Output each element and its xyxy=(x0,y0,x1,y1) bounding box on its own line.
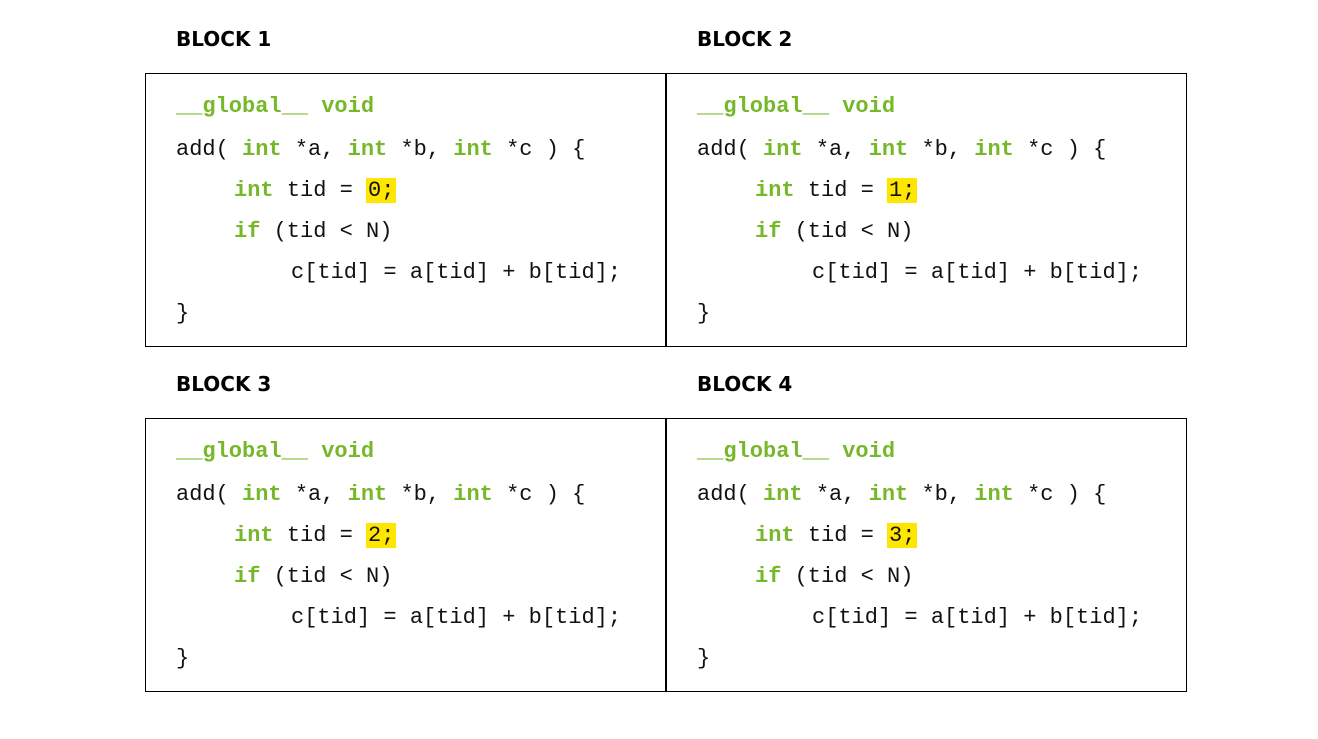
code-line-if: if (tid < N) xyxy=(234,564,392,590)
code-line-tid: int tid = 0; xyxy=(234,178,397,204)
signature-close: ) { xyxy=(545,137,586,162)
param-a: *a, xyxy=(815,482,856,507)
keyword-int: int xyxy=(763,482,803,507)
code-panel-block-3: __global__ void add( int *a, int *b, int… xyxy=(145,418,666,692)
code-line-signature: add( int *a, int *b, int *c ) { xyxy=(176,482,585,508)
tid-declaration: tid = xyxy=(807,178,874,203)
function-name: add( xyxy=(697,137,750,162)
keyword-int: int xyxy=(868,482,909,507)
keyword-int: int xyxy=(453,482,493,507)
function-name: add( xyxy=(176,137,229,162)
code-line-close: } xyxy=(176,301,190,326)
code-line-tid: int tid = 3; xyxy=(755,523,918,549)
block-title: BLOCK 3 xyxy=(176,372,272,396)
block-title: BLOCK 1 xyxy=(176,27,272,51)
keyword-int: int xyxy=(974,137,1014,162)
code-line-tid: int tid = 1; xyxy=(755,178,918,204)
keyword-global: __global__ xyxy=(176,439,309,464)
function-name: add( xyxy=(697,482,750,507)
keyword-int: int xyxy=(234,523,274,548)
function-name: add( xyxy=(176,482,229,507)
keyword-if: if xyxy=(234,219,261,244)
if-condition: (tid < N) xyxy=(794,564,914,589)
keyword-int: int xyxy=(347,137,388,162)
param-b: *b, xyxy=(921,137,962,162)
code-line-close: } xyxy=(697,646,711,671)
tid-value-highlight: 1; xyxy=(887,178,918,203)
keyword-void: void xyxy=(842,94,896,119)
code-line-signature: add( int *a, int *b, int *c ) { xyxy=(697,137,1106,163)
keyword-if: if xyxy=(755,219,782,244)
code-line-if: if (tid < N) xyxy=(755,564,913,590)
block-title: BLOCK 4 xyxy=(697,372,793,396)
keyword-int: int xyxy=(974,482,1014,507)
keyword-void: void xyxy=(321,439,375,464)
param-c: *c xyxy=(506,137,533,162)
code-line-body: c[tid] = a[tid] + b[tid]; xyxy=(291,260,622,285)
param-b: *b, xyxy=(921,482,962,507)
code-line-body: c[tid] = a[tid] + b[tid]; xyxy=(812,260,1143,285)
tid-value-highlight: 2; xyxy=(366,523,397,548)
param-b: *b, xyxy=(400,137,441,162)
keyword-void: void xyxy=(321,94,375,119)
code-panel-block-2: __global__ void add( int *a, int *b, int… xyxy=(666,73,1187,347)
tid-declaration: tid = xyxy=(286,523,353,548)
param-c: *c xyxy=(1027,137,1054,162)
tid-value-highlight: 0; xyxy=(366,178,397,203)
code-line-signature-qualifiers: __global__ void xyxy=(176,439,374,465)
code-line-signature: add( int *a, int *b, int *c ) { xyxy=(697,482,1106,508)
keyword-int: int xyxy=(755,178,795,203)
keyword-global: __global__ xyxy=(176,94,309,119)
keyword-int: int xyxy=(242,137,282,162)
signature-close: ) { xyxy=(1066,137,1107,162)
param-a: *a, xyxy=(294,482,335,507)
keyword-int: int xyxy=(234,178,274,203)
param-c: *c xyxy=(1027,482,1054,507)
keyword-global: __global__ xyxy=(697,94,830,119)
code-line-close: } xyxy=(176,646,190,671)
code-line-body: c[tid] = a[tid] + b[tid]; xyxy=(812,605,1143,630)
keyword-int: int xyxy=(347,482,388,507)
code-line-tid: int tid = 2; xyxy=(234,523,397,549)
code-line-close: } xyxy=(697,301,711,326)
keyword-if: if xyxy=(234,564,261,589)
code-line-if: if (tid < N) xyxy=(755,219,913,245)
signature-close: ) { xyxy=(545,482,586,507)
tid-declaration: tid = xyxy=(807,523,874,548)
keyword-if: if xyxy=(755,564,782,589)
keyword-int: int xyxy=(868,137,909,162)
code-line-signature-qualifiers: __global__ void xyxy=(697,94,895,120)
code-line-if: if (tid < N) xyxy=(234,219,392,245)
if-condition: (tid < N) xyxy=(794,219,914,244)
keyword-int: int xyxy=(453,137,493,162)
tid-value-highlight: 3; xyxy=(887,523,918,548)
keyword-void: void xyxy=(842,439,896,464)
if-condition: (tid < N) xyxy=(273,219,393,244)
code-line-signature-qualifiers: __global__ void xyxy=(176,94,374,120)
code-line-body: c[tid] = a[tid] + b[tid]; xyxy=(291,605,622,630)
param-a: *a, xyxy=(294,137,335,162)
signature-close: ) { xyxy=(1066,482,1107,507)
param-c: *c xyxy=(506,482,533,507)
param-b: *b, xyxy=(400,482,441,507)
param-a: *a, xyxy=(815,137,856,162)
if-condition: (tid < N) xyxy=(273,564,393,589)
block-title: BLOCK 2 xyxy=(697,27,793,51)
tid-declaration: tid = xyxy=(286,178,353,203)
keyword-int: int xyxy=(755,523,795,548)
keyword-int: int xyxy=(242,482,282,507)
code-panel-block-4: __global__ void add( int *a, int *b, int… xyxy=(666,418,1187,692)
code-panel-block-1: __global__ void add( int *a, int *b, int… xyxy=(145,73,666,347)
code-line-signature-qualifiers: __global__ void xyxy=(697,439,895,465)
keyword-global: __global__ xyxy=(697,439,830,464)
keyword-int: int xyxy=(763,137,803,162)
code-line-signature: add( int *a, int *b, int *c ) { xyxy=(176,137,585,163)
